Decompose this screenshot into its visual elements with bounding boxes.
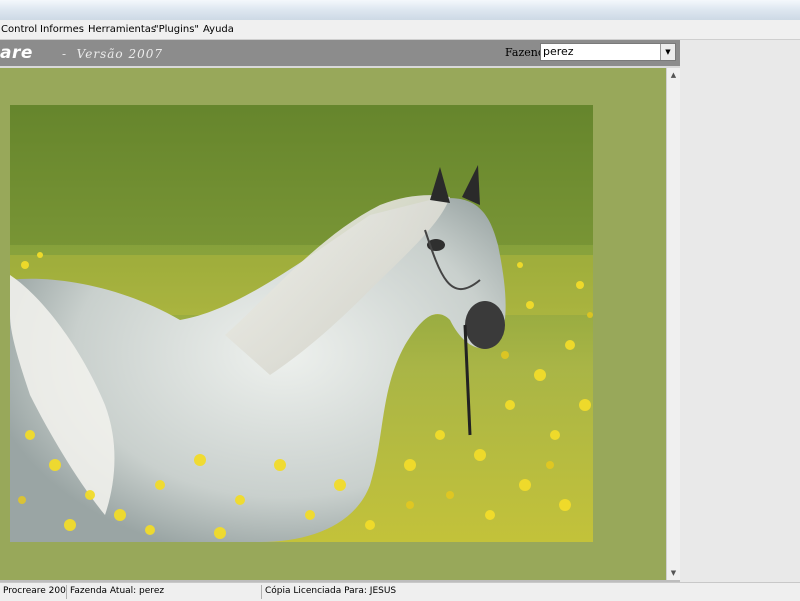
chevron-down-icon[interactable]: ▼	[660, 44, 675, 60]
window-titlebar	[0, 0, 800, 21]
vertical-scrollbar[interactable]: ▲ ▼	[666, 68, 680, 580]
empty-right-area	[680, 40, 800, 582]
menu-herramientas[interactable]: Herramientas	[88, 23, 156, 36]
fazenda-select-value: perez	[543, 45, 574, 58]
app-banner: are - Versão 2007 Fazend perez ▼	[0, 40, 680, 68]
main-content	[0, 68, 666, 580]
menu-bar: Control Informes Herramientas "Plugins" …	[0, 20, 800, 40]
scroll-up-icon[interactable]: ▲	[667, 68, 680, 82]
menu-ayuda[interactable]: Ayuda	[203, 23, 234, 36]
status-bar: Procreare 2007 Fazenda Atual: perez Cópi…	[0, 582, 800, 601]
fazenda-select[interactable]: perez ▼	[540, 43, 676, 61]
menu-plugins[interactable]: "Plugins"	[154, 23, 199, 36]
status-fazenda-atual: Fazenda Atual: perez	[66, 585, 261, 599]
horse-image	[10, 105, 593, 542]
horse-picture	[10, 105, 593, 542]
fazenda-label: Fazend	[505, 46, 545, 59]
version-label: - Versão 2007	[62, 47, 163, 61]
status-app-name: Procreare 2007	[3, 586, 66, 596]
app-logo-text: are	[0, 43, 33, 63]
status-licencia: Cópia Licenciada Para: JESUS	[261, 585, 681, 599]
menu-control[interactable]: Control	[1, 23, 37, 36]
scroll-down-icon[interactable]: ▼	[667, 566, 680, 580]
menu-informes[interactable]: Informes	[40, 23, 84, 36]
